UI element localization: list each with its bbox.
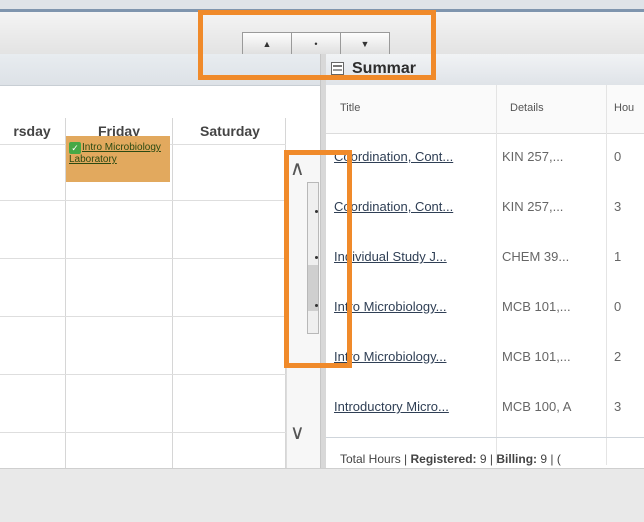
grid-hline xyxy=(0,374,286,375)
column-header-title[interactable]: Title xyxy=(340,102,360,114)
row-hours: 0 xyxy=(614,149,622,164)
grid-hline xyxy=(0,200,286,201)
row-title-link[interactable]: Intro Microbiology... xyxy=(334,299,494,314)
row-details: CHEM 39... xyxy=(502,249,570,264)
checkmark-icon: ✓ xyxy=(69,142,81,154)
event-label: Intro Microbiology Laboratory xyxy=(69,142,161,165)
total-hours-text: Total Hours | Registered: 9 | Billing: 9… xyxy=(340,452,561,466)
registered-value: 9 xyxy=(479,452,487,466)
row-details: KIN 257,... xyxy=(502,149,564,164)
row-hours: 2 xyxy=(614,349,622,364)
row-title-link[interactable]: Individual Study J... xyxy=(334,249,494,264)
table-row[interactable]: Coordination, Cont... KIN 257,... 0 xyxy=(326,133,644,183)
summary-panel: Summar Title Details Hou Coordination, C… xyxy=(326,54,644,468)
table-row[interactable]: Individual Study J... CHEM 39... 1 xyxy=(326,233,644,283)
calendar-panel: rsday Friday Saturday xyxy=(0,54,320,520)
row-title-link[interactable]: Coordination, Cont... xyxy=(334,149,494,164)
row-title-link[interactable]: Intro Microbiology... xyxy=(334,349,494,364)
billing-value: 9 | ( xyxy=(540,452,561,466)
row-hours: 0 xyxy=(614,299,622,314)
summary-column-headers: Title Details Hou xyxy=(326,85,644,134)
footer-bar xyxy=(0,468,644,522)
day-header-thursday: rsday xyxy=(0,118,64,145)
table-row[interactable]: Intro Microbiology... MCB 101,... 2 xyxy=(326,333,644,383)
row-details: MCB 101,... xyxy=(502,349,571,364)
row-hours: 1 xyxy=(614,249,622,264)
highlight-box-toolbar xyxy=(198,10,436,80)
grid-hline xyxy=(0,432,286,433)
grid-vline xyxy=(172,118,173,520)
row-details: KIN 257,... xyxy=(502,199,564,214)
row-hours: 3 xyxy=(614,199,622,214)
highlight-box-scroll xyxy=(284,150,352,368)
row-hours: 3 xyxy=(614,399,622,414)
grid-hline xyxy=(0,258,286,259)
row-details: MCB 100, A xyxy=(502,399,572,414)
column-header-hours[interactable]: Hou xyxy=(614,102,634,114)
row-title-link[interactable]: Coordination, Cont... xyxy=(334,199,494,214)
row-details: MCB 101,... xyxy=(502,299,571,314)
table-row[interactable]: Intro Microbiology... MCB 101,... 0 xyxy=(326,283,644,333)
grid-hline xyxy=(0,316,286,317)
day-header-saturday: Saturday xyxy=(174,118,286,145)
row-title-link[interactable]: Introductory Micro... xyxy=(334,399,494,414)
total-label: Total Hours | xyxy=(340,452,408,466)
billing-label: Billing: xyxy=(496,452,538,466)
scroll-down-icon[interactable]: ∨ xyxy=(290,420,305,445)
calendar-event-intro-microbiology[interactable]: ✓ Intro Microbiology Laboratory xyxy=(66,136,170,182)
registered-label: Registered: xyxy=(410,452,477,466)
table-row[interactable]: Introductory Micro... MCB 100, A 3 xyxy=(326,383,644,433)
table-row[interactable]: Coordination, Cont... KIN 257,... 3 xyxy=(326,183,644,233)
column-header-details[interactable]: Details xyxy=(510,102,544,114)
